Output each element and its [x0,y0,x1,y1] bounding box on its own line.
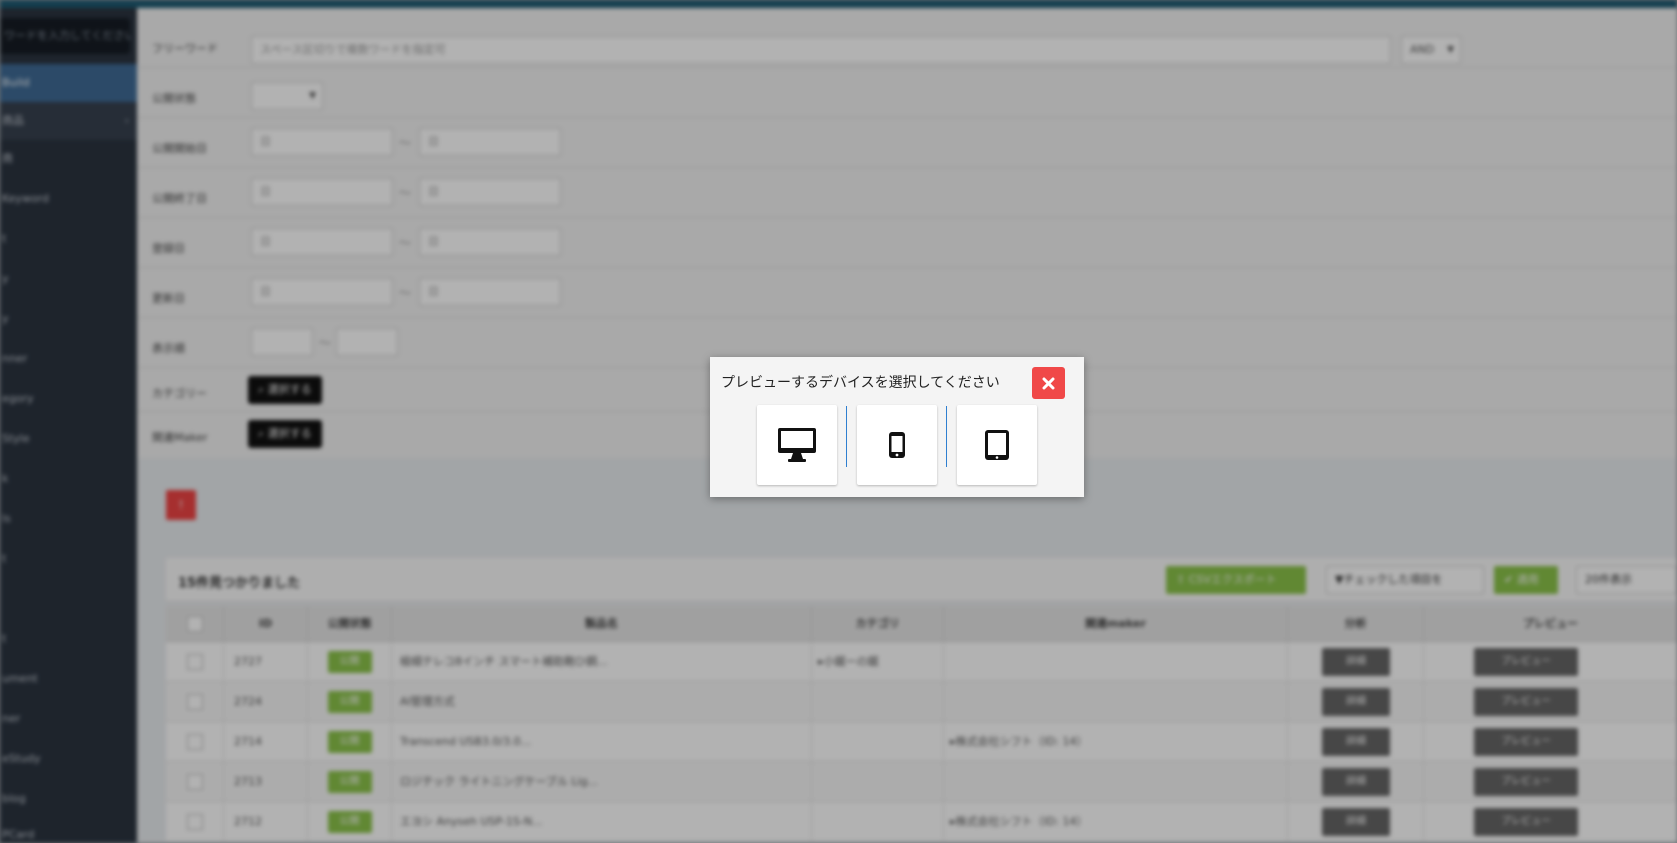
device-options [757,405,1037,486]
device-divider [846,406,847,467]
tablet-icon [985,430,1009,460]
device-preview-modal: プレビューするデバイスを選択してください [710,357,1084,497]
desktop-option-button[interactable] [757,405,837,485]
modal-title: プレビューするデバイスを選択してください [721,375,1000,391]
device-divider [946,406,947,467]
close-button[interactable] [1032,367,1065,399]
close-icon [1042,377,1055,389]
smartphone-option-button[interactable] [857,405,937,485]
desktop-icon [778,428,816,462]
smartphone-icon [889,432,905,458]
tablet-option-button[interactable] [957,405,1037,485]
